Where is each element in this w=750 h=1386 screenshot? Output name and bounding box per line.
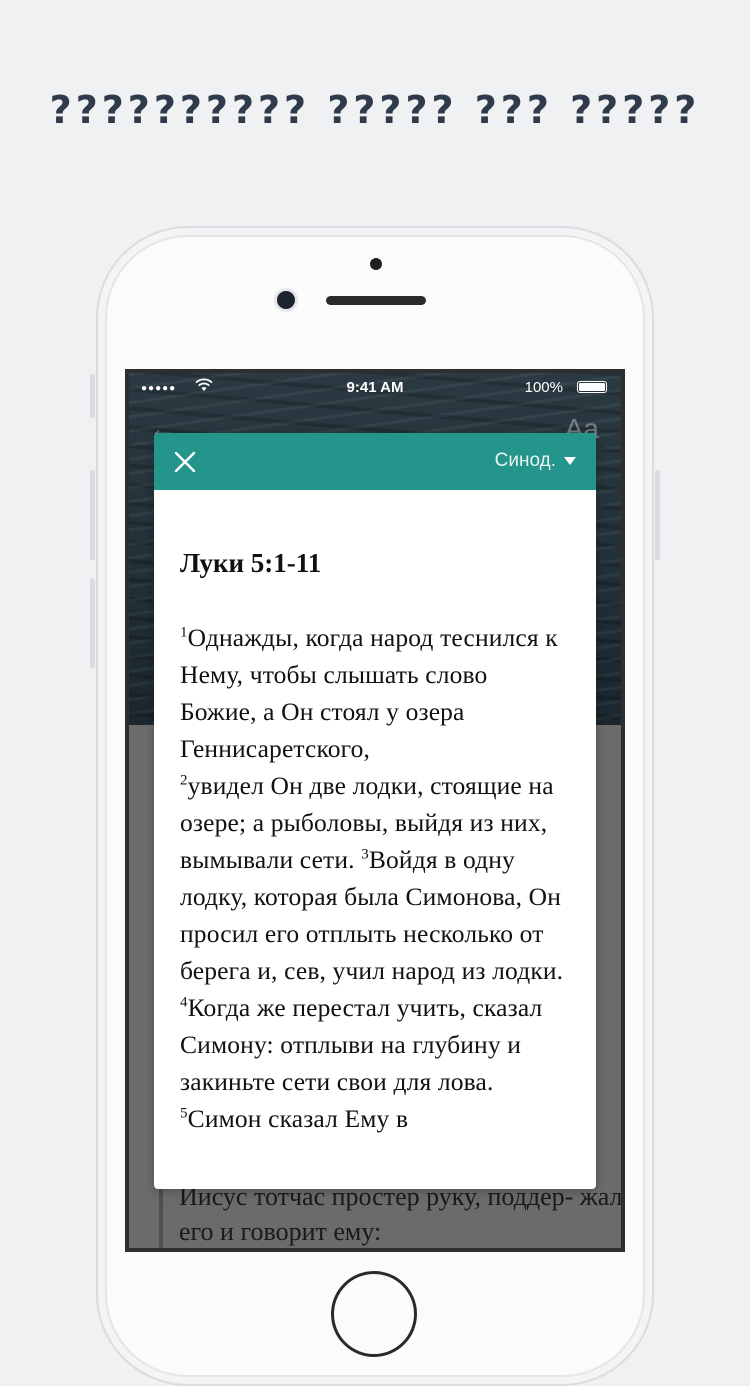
modal-body: Луки 5:1-11 1Однажды, когда народ теснил… [154, 548, 596, 1137]
phone-volume-down [90, 578, 95, 668]
verse-number: 3 [361, 846, 369, 863]
phone-power-button [655, 470, 660, 560]
phone-volume-up [90, 470, 95, 560]
verse-number: 4 [180, 994, 188, 1011]
phone-earpiece [326, 296, 426, 305]
phone-sensor [370, 258, 382, 270]
verse-text: Однажды, когда народ теснился к Нему, чт… [180, 623, 558, 763]
close-icon[interactable] [170, 447, 200, 477]
version-selector[interactable]: Синод. [495, 450, 576, 472]
verse-number: 2 [180, 772, 188, 789]
verse-text: Симон сказал Ему в [187, 1104, 409, 1133]
battery-percent: 100% [524, 379, 563, 396]
home-button[interactable] [331, 1271, 417, 1357]
verse-number: 5 [180, 1105, 188, 1122]
verse-preview-modal: Синод. Луки 5:1-11 1Однажды, когда народ… [154, 433, 596, 1189]
verse-number: 1 [180, 624, 188, 641]
battery-icon [577, 381, 607, 393]
modal-header: Синод. [154, 433, 596, 490]
phone-mute-switch [90, 374, 95, 418]
background-passage-text: Иисус тотчас простер руку, поддер- жал е… [159, 1179, 621, 1248]
status-bar: ●●●●● 9:41 AM 100% [129, 373, 621, 403]
phone-screen: ●●●●● 9:41 AM 100% ← Aa Иисус тотчас про… [125, 369, 625, 1252]
verse-text: Когда же перестал учить, сказал Симону: … [180, 993, 543, 1096]
front-camera [277, 291, 295, 309]
passage-reference: Луки 5:1-11 [180, 548, 322, 578]
chevron-down-icon [564, 457, 576, 465]
version-label: Синод. [494, 450, 556, 471]
passage-text: 1Однажды, когда народ теснился к Нему, ч… [180, 619, 570, 1137]
app-headline: ?????????? ????? ??? ????? [49, 88, 701, 132]
